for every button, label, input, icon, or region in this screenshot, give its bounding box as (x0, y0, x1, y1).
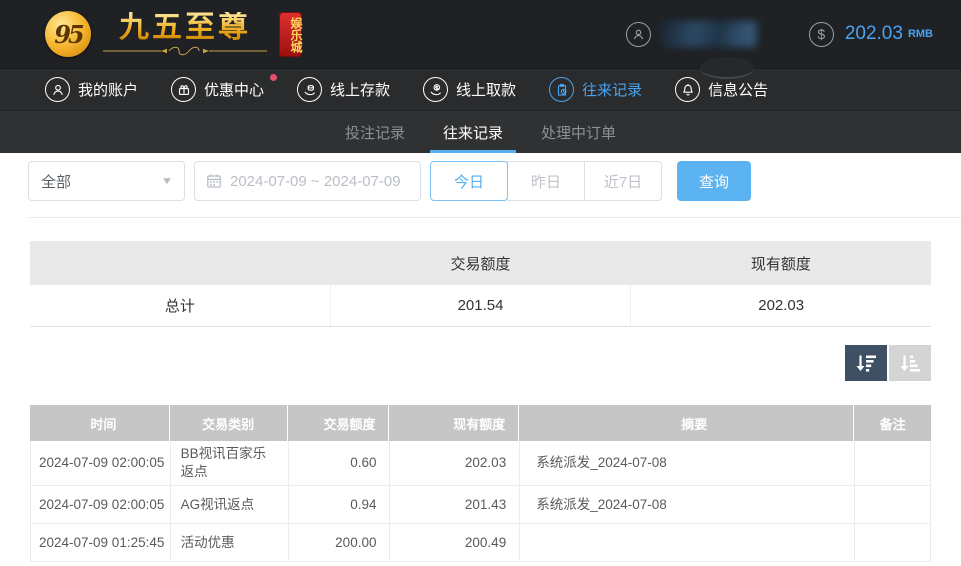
sub-nav: 投注记录 往来记录 处理中订单 (0, 110, 961, 153)
cell-remark (854, 486, 931, 523)
records-icon (549, 77, 574, 102)
deposit-icon (297, 77, 322, 102)
nav-label: 优惠中心 (204, 79, 264, 100)
section-divider (28, 217, 961, 218)
type-select[interactable]: 全部 ▼ (28, 161, 185, 201)
logo-badge: 娱乐城 (279, 12, 302, 57)
summary-header-transaction-amount: 交易额度 (330, 253, 630, 274)
nav-item-promotions[interactable]: 优惠中心 (171, 77, 264, 102)
date-range-value: 2024-07-09 ~ 2024-07-09 (230, 173, 401, 190)
type-select-value: 全部 (41, 171, 71, 192)
records-header-row: 时间 交易类别 交易额度 现有额度 摘要 备注 (30, 405, 931, 441)
tab-pending-orders[interactable]: 处理中订单 (528, 111, 629, 153)
quick-range-today[interactable]: 今日 (430, 161, 508, 201)
cell-current-amount: 201.43 (389, 486, 519, 523)
search-button[interactable]: 查询 (677, 161, 751, 201)
username-redacted (661, 21, 757, 47)
cell-remark (854, 441, 931, 485)
summary-header-current-amount: 现有额度 (631, 253, 931, 274)
table-row: 2024-07-09 01:25:45 活动优惠 200.00 200.49 (30, 524, 931, 562)
nav-decorative-bump (700, 57, 754, 79)
nav-label: 信息公告 (708, 79, 768, 100)
balance-currency: RMB (908, 28, 933, 40)
cell-time: 2024-07-09 02:00:05 (30, 441, 170, 485)
account-chip[interactable] (626, 21, 757, 47)
nav-item-withdraw[interactable]: 线上取款 (423, 77, 516, 102)
nav-label: 线上取款 (456, 79, 516, 100)
header-remark: 备注 (854, 405, 931, 441)
cell-summary (519, 524, 854, 561)
filter-row: 全部 ▼ 2024-07-09 ~ 2024-07-09 今日 昨日 近7日 查… (28, 161, 933, 201)
notification-dot (270, 74, 277, 81)
top-bar-right: $ 202.03 RMB (626, 21, 933, 47)
header-summary: 摘要 (519, 405, 854, 441)
header-time: 时间 (30, 405, 170, 441)
cell-transaction-type: AG视讯返点 (170, 486, 288, 523)
cell-current-amount: 200.49 (389, 524, 519, 561)
quick-range-yesterday[interactable]: 昨日 (507, 161, 585, 201)
nav-label: 我的账户 (78, 79, 138, 100)
summary-transaction-amount: 201.54 (330, 285, 631, 326)
nav-item-my-account[interactable]: 我的账户 (45, 77, 138, 102)
top-bar: 95 九五至尊 娱乐城 $ (0, 0, 961, 68)
logo-monogram-icon: 95 (45, 11, 91, 57)
nav-item-announcements[interactable]: 信息公告 (675, 77, 768, 102)
logo-text-block: 九五至尊 (101, 12, 269, 56)
cell-transaction-amount: 200.00 (288, 524, 390, 561)
cell-transaction-type: BB视讯百家乐返点 (170, 441, 288, 485)
user-icon (45, 77, 70, 102)
logo-title: 九五至尊 (119, 12, 251, 44)
calendar-icon (206, 173, 222, 189)
logo-flourish (101, 46, 269, 56)
main-nav: 我的账户 优惠中心 线上存款 线上取款 (0, 68, 961, 110)
sort-descending-button[interactable] (845, 345, 887, 381)
chevron-down-icon: ▼ (161, 176, 174, 187)
summary-current-amount: 202.03 (630, 285, 931, 326)
date-range-input[interactable]: 2024-07-09 ~ 2024-07-09 (194, 161, 421, 201)
summary-total-row: 总计 201.54 202.03 (30, 285, 931, 327)
header-transaction-amount: 交易额度 (288, 405, 390, 441)
cell-summary: 系统派发_2024-07-08 (519, 441, 854, 485)
summary-table: 交易额度 现有额度 总计 201.54 202.03 (30, 241, 931, 327)
cell-time: 2024-07-09 02:00:05 (30, 486, 170, 523)
cell-transaction-amount: 0.94 (288, 486, 390, 523)
cell-transaction-amount: 0.60 (288, 441, 390, 485)
dollar-coin-icon: $ (809, 22, 834, 47)
cell-transaction-type: 活动优惠 (170, 524, 288, 561)
nav-item-transactions[interactable]: 往来记录 (549, 77, 642, 102)
tab-bet-records[interactable]: 投注记录 (332, 111, 418, 153)
summary-total-label: 总计 (30, 285, 330, 326)
withdraw-icon (423, 77, 448, 102)
nav-label: 线上存款 (330, 79, 390, 100)
sort-toolbar (30, 345, 931, 381)
balance-display[interactable]: $ 202.03 RMB (809, 22, 933, 47)
nav-item-deposit[interactable]: 线上存款 (297, 77, 390, 102)
tab-transaction-records[interactable]: 往来记录 (430, 111, 516, 153)
header-current-amount: 现有额度 (389, 405, 519, 441)
nav-label: 往来记录 (582, 79, 642, 100)
header-transaction-type: 交易类别 (170, 405, 288, 441)
site-logo[interactable]: 95 九五至尊 娱乐城 (45, 11, 302, 57)
records-table: 时间 交易类别 交易额度 现有额度 摘要 备注 2024-07-09 02:00… (30, 405, 931, 562)
sort-ascending-button[interactable] (889, 345, 931, 381)
cell-summary: 系统派发_2024-07-08 (519, 486, 854, 523)
bell-icon (675, 77, 700, 102)
table-row: 2024-07-09 02:00:05 AG视讯返点 0.94 201.43 系… (30, 486, 931, 524)
quick-range-last7days[interactable]: 近7日 (584, 161, 662, 201)
quick-range-group: 今日 昨日 近7日 (430, 161, 662, 201)
gift-icon (171, 77, 196, 102)
cell-remark (854, 524, 931, 561)
cell-current-amount: 202.03 (389, 441, 519, 485)
balance-amount: 202.03 (845, 23, 903, 45)
summary-header-row: 交易额度 现有额度 (30, 241, 931, 285)
table-row: 2024-07-09 02:00:05 BB视讯百家乐返点 0.60 202.0… (30, 441, 931, 486)
user-icon (626, 22, 651, 47)
cell-time: 2024-07-09 01:25:45 (30, 524, 170, 561)
